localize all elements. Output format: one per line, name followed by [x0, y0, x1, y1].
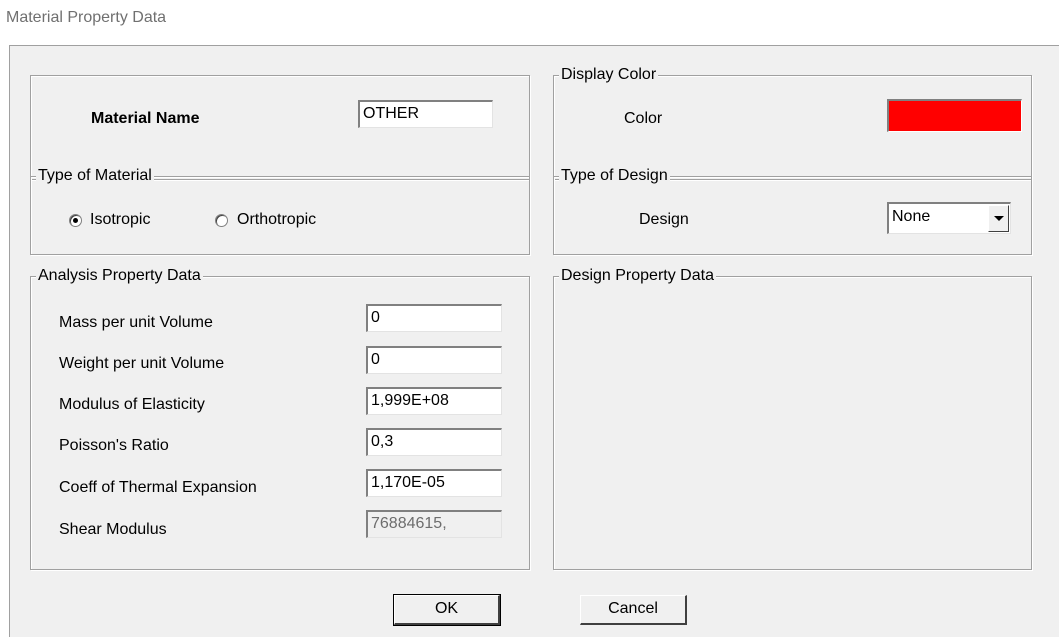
shear-modulus-input: 76884615, — [366, 510, 502, 538]
thermal-expansion-label: Coeff of Thermal Expansion — [59, 479, 257, 496]
radio-orthotropic-label[interactable]: Orthotropic — [237, 210, 316, 230]
design-property-group: Design Property Data — [553, 266, 1032, 570]
type-of-material-group: Type of Material Isotropic Orthotropic — [30, 166, 530, 255]
material-name-input[interactable]: OTHER — [358, 100, 493, 128]
modulus-of-elasticity-input[interactable]: 1,999E+08 — [366, 387, 502, 415]
radio-isotropic-indicator[interactable] — [69, 214, 82, 227]
radio-orthotropic-indicator[interactable] — [215, 214, 228, 227]
radio-isotropic-label[interactable]: Isotropic — [90, 210, 150, 230]
display-color-group: Display Color Color — [553, 65, 1032, 180]
design-select[interactable]: None — [887, 202, 1011, 234]
weight-per-unit-volume-label: Weight per unit Volume — [59, 355, 225, 372]
window-title: Material Property Data — [6, 9, 167, 26]
mass-per-unit-volume-label: Mass per unit Volume — [59, 314, 213, 331]
poissons-ratio-input[interactable]: 0,3 — [366, 428, 502, 456]
display-color-legend: Display Color — [559, 65, 659, 85]
shear-modulus-label: Shear Modulus — [59, 521, 167, 538]
thermal-expansion-input[interactable]: 1,170E-05 — [366, 469, 502, 497]
mass-per-unit-volume-input[interactable]: 0 — [366, 304, 502, 332]
poissons-ratio-label: Poisson's Ratio — [59, 437, 169, 454]
cancel-button[interactable]: Cancel — [580, 595, 687, 625]
color-label: Color — [624, 110, 663, 127]
ok-button[interactable]: OK — [393, 594, 501, 626]
design-label: Design — [639, 211, 689, 228]
design-property-legend: Design Property Data — [559, 266, 716, 286]
design-select-value: None — [892, 208, 931, 225]
material-name-label: Material Name — [91, 110, 200, 127]
color-swatch[interactable] — [887, 99, 1022, 132]
chevron-down-icon[interactable] — [988, 205, 1009, 232]
material-name-group: Material Name OTHER — [30, 75, 530, 180]
type-of-design-group: Type of Design Design None — [553, 166, 1032, 255]
dialog-body: Material Name OTHER Display Color Color … — [9, 45, 1059, 637]
type-of-material-legend: Type of Material — [36, 166, 154, 186]
weight-per-unit-volume-input[interactable]: 0 — [366, 346, 502, 374]
modulus-of-elasticity-label: Modulus of Elasticity — [59, 396, 205, 413]
type-of-design-legend: Type of Design — [559, 166, 670, 186]
analysis-property-group: Analysis Property Data Mass per unit Vol… — [30, 266, 530, 570]
analysis-property-legend: Analysis Property Data — [36, 266, 203, 286]
